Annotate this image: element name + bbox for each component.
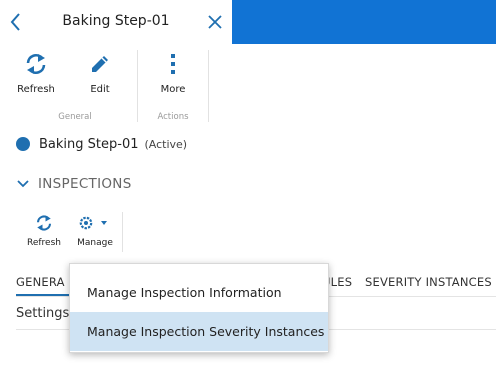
group-label-general: General [58, 112, 92, 122]
menu-item-manage-inspection-severity-instances[interactable]: Manage Inspection Severity Instances [70, 312, 328, 351]
close-icon [208, 15, 222, 29]
inspections-refresh-label: Refresh [27, 238, 61, 248]
group-label-actions: Actions [157, 112, 189, 122]
manage-label: Manage [77, 238, 113, 248]
refresh-icon [36, 215, 52, 231]
more-button[interactable]: More [148, 50, 198, 100]
pencil-icon [92, 56, 108, 72]
refresh-button[interactable]: Refresh [11, 50, 61, 100]
settings-heading: Settings [16, 306, 70, 321]
chevron-down-icon [17, 180, 29, 188]
more-label: More [160, 84, 186, 95]
inspections-section-title: INSPECTIONS [38, 176, 132, 192]
tab-severity-instances[interactable]: SEVERITY INSTANCES [365, 275, 492, 289]
refresh-icon [26, 54, 46, 74]
tab-general[interactable]: GENERA [16, 275, 65, 289]
gear-icon [79, 216, 107, 230]
edit-button[interactable]: Edit [75, 50, 125, 100]
sub-toolbar-divider [122, 212, 123, 252]
edit-label: Edit [90, 84, 110, 95]
manage-dropdown-button[interactable]: Manage [74, 214, 116, 254]
menu-item-manage-inspection-information[interactable]: Manage Inspection Information [70, 273, 328, 312]
close-button[interactable] [206, 13, 224, 31]
ribbon-divider [208, 50, 209, 122]
ribbon-divider [137, 50, 138, 122]
inspections-refresh-button[interactable]: Refresh [23, 214, 65, 254]
manage-dropdown-menu: Manage Inspection Information Manage Ins… [69, 263, 329, 353]
record-state: (Active) [144, 137, 188, 151]
title-bar: Baking Step-01 [0, 0, 232, 44]
header-blue-band [232, 0, 496, 44]
refresh-label: Refresh [17, 84, 55, 95]
inspections-section-toggle[interactable]: INSPECTIONS [16, 176, 132, 192]
page-title: Baking Step-01 [62, 13, 170, 29]
status-dot [16, 137, 30, 151]
record-name: Baking Step-01 [39, 136, 139, 152]
record-status: Baking Step-01 (Active) [16, 136, 187, 152]
more-vertical-icon [171, 54, 175, 74]
command-ribbon: Refresh Edit More General Actions [0, 46, 232, 126]
